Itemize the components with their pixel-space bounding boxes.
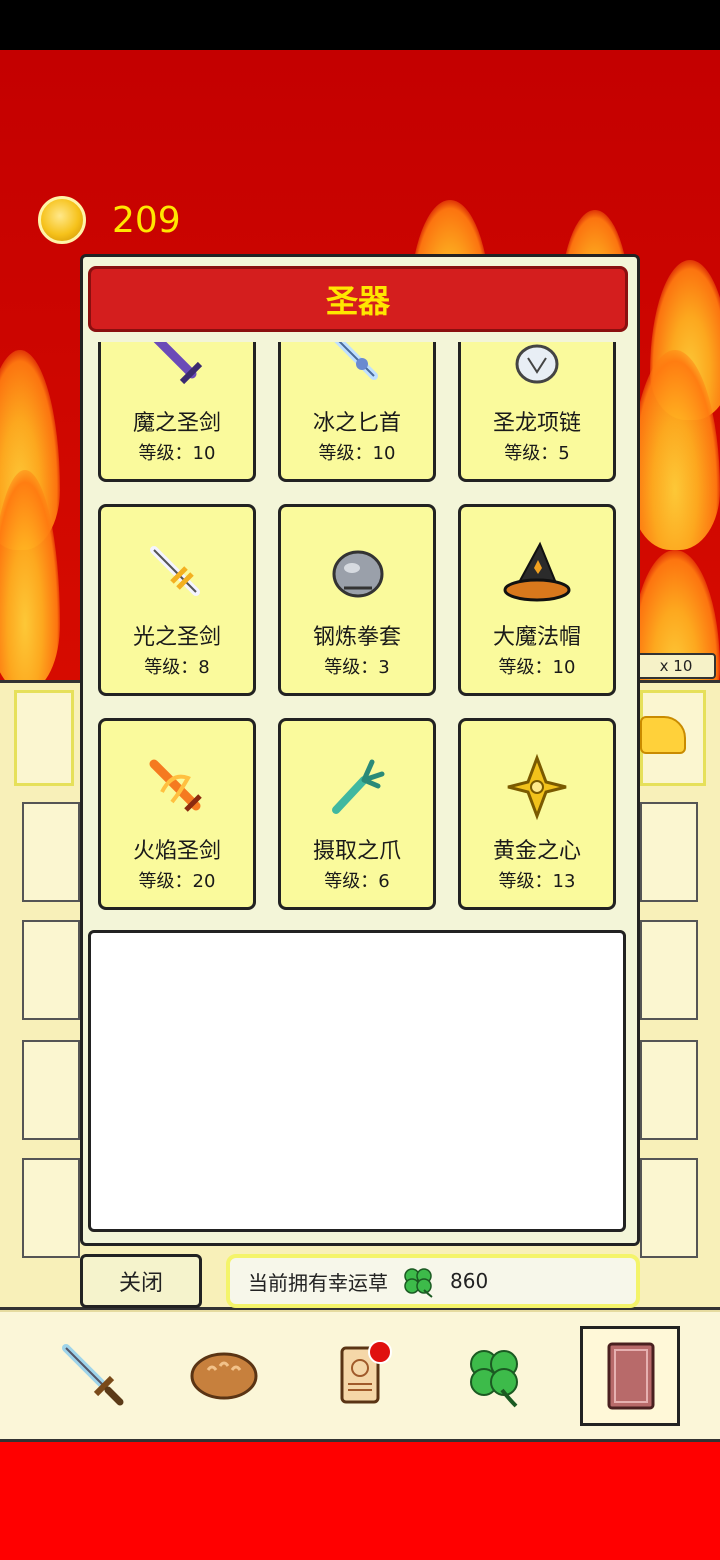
- gold-counter: 209: [38, 196, 181, 244]
- clover-balance: 当前拥有幸运草 860: [226, 1254, 640, 1308]
- light-sword-icon: [150, 546, 200, 596]
- nav-sword[interactable]: [44, 1326, 140, 1422]
- artifact-name: 冰之匕首: [312, 411, 401, 436]
- wizard-hat-icon: [503, 541, 571, 602]
- artifact-description-panel: [88, 930, 626, 1232]
- inventory-slot: [14, 690, 74, 786]
- inventory-slot: [22, 1040, 80, 1140]
- artifact-level: 等级：3: [324, 657, 390, 678]
- inventory-slot: [22, 1158, 80, 1258]
- artifact-card[interactable]: 圣龙项链 等级：5: [458, 342, 616, 482]
- artifact-card[interactable]: 魔之圣剑 等级：10: [98, 342, 256, 482]
- flame-sword-icon: [149, 759, 202, 812]
- clover-label: 当前拥有幸运草: [248, 1270, 388, 1295]
- artifact-name: 黄金之心: [492, 839, 581, 864]
- artifact-level: 等级：20: [138, 871, 216, 892]
- inventory-slot: [640, 802, 698, 902]
- gold-coin-icon: [38, 196, 86, 244]
- artifact-name: 摄取之爪: [312, 839, 401, 864]
- notification-dot: [368, 1340, 392, 1364]
- inventory-slot: [640, 1158, 698, 1258]
- status-bar: [0, 0, 720, 50]
- artifact-level: 等级：13: [498, 871, 576, 892]
- artifact-card[interactable]: 光之圣剑 等级：8: [98, 504, 256, 696]
- artifact-name: 魔之圣剑: [132, 411, 221, 436]
- artifact-level: 等级：10: [498, 657, 576, 678]
- artifact-name: 大魔法帽: [492, 625, 581, 650]
- clover-icon: [470, 1350, 518, 1408]
- nav-clover[interactable]: [446, 1326, 542, 1422]
- artifact-card[interactable]: 火焰圣剑 等级：20: [98, 718, 256, 910]
- claw-icon: [332, 759, 385, 814]
- artifact-card[interactable]: 冰之匕首 等级：10: [278, 342, 436, 482]
- cheese-icon: [640, 716, 686, 754]
- clover-icon: [404, 1268, 433, 1298]
- artifact-grid[interactable]: 魔之圣剑 等级：10 冰之匕首 等级：10 圣龙项链 等级：5 光之圣剑 等级：…: [88, 342, 628, 918]
- artifact-level: 等级：6: [324, 871, 390, 892]
- artifact-card[interactable]: 钢炼拳套 等级：3: [278, 504, 436, 696]
- sword-icon: [62, 1344, 124, 1406]
- inventory-slot: [640, 920, 698, 1020]
- close-button[interactable]: 关闭: [80, 1254, 202, 1308]
- steel-gauntlet-icon: [332, 550, 384, 598]
- inventory-slot: [640, 1040, 698, 1140]
- gold-amount: 209: [112, 199, 181, 241]
- bread-icon: [190, 1352, 258, 1400]
- artifact-card[interactable]: 摄取之爪 等级：6: [278, 718, 436, 910]
- inventory-slot: [22, 802, 80, 902]
- artifact-card[interactable]: 大魔法帽 等级：10: [458, 504, 616, 696]
- modal-title: 圣器: [325, 282, 390, 320]
- artifact-name: 光之圣剑: [132, 625, 221, 650]
- nav-book[interactable]: [580, 1326, 680, 1426]
- nav-bread[interactable]: [176, 1326, 272, 1422]
- purple-sword-icon: [153, 342, 203, 385]
- artifact-level: 等级：10: [318, 443, 396, 464]
- inventory-slot: [22, 920, 80, 1020]
- artifact-name: 圣龙项链: [492, 411, 581, 436]
- ice-dagger-icon: [334, 342, 378, 380]
- artifact-level: 等级：10: [138, 443, 216, 464]
- modal-header: 圣器: [88, 266, 628, 332]
- book-icon: [607, 1342, 655, 1410]
- dragon-necklace-icon: [515, 344, 559, 384]
- golden-heart-icon: [507, 753, 567, 821]
- artifact-name: 钢炼拳套: [312, 625, 401, 650]
- multiplier-badge: x 10: [636, 653, 716, 679]
- artifact-name: 火焰圣剑: [132, 839, 221, 864]
- artifact-card[interactable]: 黄金之心 等级：13: [458, 718, 616, 910]
- artifact-level: 等级：5: [504, 443, 570, 464]
- artifact-level: 等级：8: [144, 657, 210, 678]
- clover-count: 860: [450, 1269, 489, 1293]
- nav-scroll[interactable]: [312, 1326, 408, 1422]
